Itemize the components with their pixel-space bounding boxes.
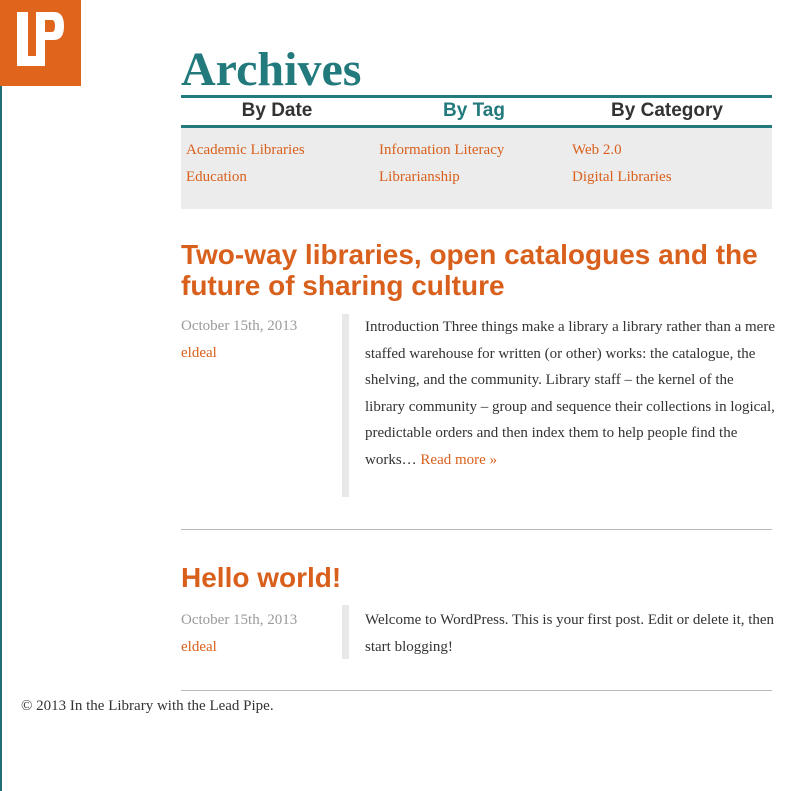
post-divider (181, 529, 772, 530)
site-logo[interactable] (0, 0, 81, 86)
post-date: October 15th, 2013 (181, 612, 298, 628)
excerpt-quote-bar (342, 605, 349, 659)
tag-link[interactable]: Web 2.0 (572, 137, 672, 164)
post-excerpt-text: Welcome to WordPress. This is your first… (365, 612, 775, 655)
page-left-border (0, 0, 2, 791)
post-title-link[interactable]: Hello world! (181, 562, 772, 593)
tag-link[interactable]: Librarianship (379, 164, 504, 191)
post-excerpt-text: Introduction Three things make a library… (365, 319, 775, 468)
post-meta: October 15th, 2013 eldeal (181, 313, 331, 367)
read-more-link[interactable]: Read more » (420, 452, 497, 468)
post-meta: October 15th, 2013 eldeal (181, 607, 331, 661)
footer-divider (181, 690, 772, 691)
post-title-link[interactable]: Two-way libraries, open catalogues and t… (181, 239, 772, 301)
post-author-link[interactable]: eldeal (181, 634, 331, 661)
post-author-link[interactable]: eldeal (181, 340, 331, 367)
tag-link[interactable]: Digital Libraries (572, 164, 672, 191)
tag-link[interactable]: Education (186, 164, 305, 191)
tag-link[interactable]: Academic Libraries (186, 137, 305, 164)
tag-column: Academic Libraries Education (186, 137, 305, 191)
tag-list-panel: Academic Libraries Education Information… (181, 128, 772, 209)
page-title: Archives (181, 43, 362, 96)
tab-by-date[interactable]: By Date (221, 98, 333, 125)
tag-column: Web 2.0 Digital Libraries (572, 137, 672, 191)
tab-by-tag[interactable]: By Tag (425, 98, 523, 125)
tag-link[interactable]: Information Literacy (379, 137, 504, 164)
excerpt-quote-bar (342, 314, 349, 497)
post-excerpt: Introduction Three things make a library… (365, 314, 775, 473)
post-excerpt: Welcome to WordPress. This is your first… (365, 607, 775, 660)
tab-by-category[interactable]: By Category (601, 98, 733, 125)
post-date: October 15th, 2013 (181, 318, 298, 334)
footer-copyright: © 2013 In the Library with the Lead Pipe… (21, 698, 274, 714)
lp-logo-icon (0, 0, 81, 86)
tag-column: Information Literacy Librarianship (379, 137, 504, 191)
archive-tabs: By Date By Tag By Category (181, 98, 772, 125)
